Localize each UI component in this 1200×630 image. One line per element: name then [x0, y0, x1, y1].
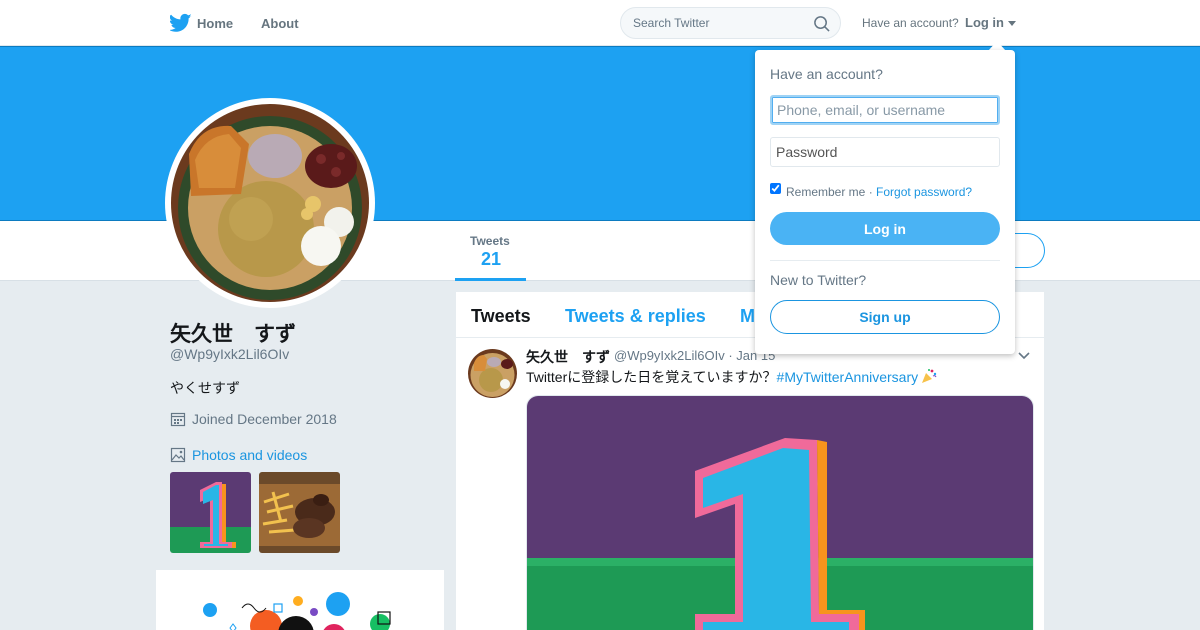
- profile-avatar[interactable]: [165, 98, 375, 308]
- username-field[interactable]: [770, 95, 1000, 125]
- tweet-handle-date[interactable]: @Wp9yIxk2Lil6OIv · Jan 15: [614, 348, 775, 363]
- chevron-down-icon[interactable]: [1018, 352, 1030, 360]
- nav-home-link[interactable]: Home: [197, 16, 233, 31]
- tweets-stat-label: Tweets: [470, 234, 510, 248]
- tweet-body: Twitterに登録した日を覚えていますか？: [526, 369, 777, 385]
- search-input[interactable]: Search Twitter: [633, 16, 709, 30]
- nav-about-link[interactable]: About: [261, 16, 299, 31]
- photo-thumbnail[interactable]: [170, 472, 251, 553]
- tweets-stat-value: 21: [481, 249, 502, 269]
- login-dropdown: Have an account? Remember me · Forgot pa…: [755, 50, 1015, 354]
- remember-me-checkbox[interactable]: [770, 183, 781, 194]
- tweet-hashtag[interactable]: #MyTwitterAnniversary: [777, 369, 919, 385]
- profile-bio: やくせすず: [170, 380, 240, 396]
- joined-date: Joined December 2018: [170, 411, 337, 427]
- forgot-password-link[interactable]: Forgot password?: [876, 185, 972, 199]
- twitter-bird-icon[interactable]: [170, 13, 192, 33]
- new-to-twitter-text: New to Twitter?: [770, 272, 867, 288]
- password-field[interactable]: [770, 137, 1000, 167]
- tweet-author-name[interactable]: 矢久世 すず: [526, 347, 610, 367]
- profile-display-name[interactable]: 矢久世 すず: [170, 318, 296, 348]
- login-dropdown-title: Have an account?: [770, 66, 883, 82]
- login-toggle[interactable]: Log in: [965, 15, 1004, 30]
- caret-down-icon[interactable]: [1008, 21, 1016, 26]
- joined-date-text: Joined December 2018: [192, 411, 337, 427]
- tab-tweets[interactable]: Tweets: [471, 306, 531, 327]
- divider: [770, 260, 1000, 261]
- image-icon: [170, 447, 186, 463]
- calendar-icon: [170, 412, 186, 427]
- party-popper-icon: [922, 369, 937, 383]
- remember-me-row: Remember me · Forgot password?: [786, 185, 973, 199]
- signup-button[interactable]: Sign up: [770, 300, 1000, 334]
- have-account-text: Have an account?: [862, 16, 959, 30]
- search-icon[interactable]: [813, 15, 830, 32]
- top-navigation: Home About Search Twitter Have an accoun…: [0, 0, 1200, 46]
- tweet-media-image[interactable]: [526, 395, 1034, 630]
- promo-illustration-card: [156, 570, 444, 630]
- profile-handle[interactable]: @Wp9yIxk2Lil6OIv: [170, 346, 289, 362]
- photos-videos-label[interactable]: Photos and videos: [192, 447, 307, 463]
- remember-me-label: Remember me: [786, 185, 866, 199]
- photos-videos-link[interactable]: Photos and videos: [170, 447, 307, 463]
- avatar-image: [171, 104, 369, 302]
- photo-thumbnail[interactable]: [259, 472, 340, 553]
- tab-tweets-replies[interactable]: Tweets & replies: [565, 306, 706, 327]
- tab-media[interactable]: M: [740, 306, 755, 327]
- login-button[interactable]: Log in: [770, 212, 1000, 245]
- tweet-text: Twitterに登録した日を覚えていますか？#MyTwitterAnnivers…: [526, 367, 938, 387]
- tweets-stat[interactable]: Tweets 21: [455, 221, 526, 281]
- search-box[interactable]: Search Twitter: [620, 7, 841, 39]
- tweet-avatar[interactable]: [468, 349, 517, 398]
